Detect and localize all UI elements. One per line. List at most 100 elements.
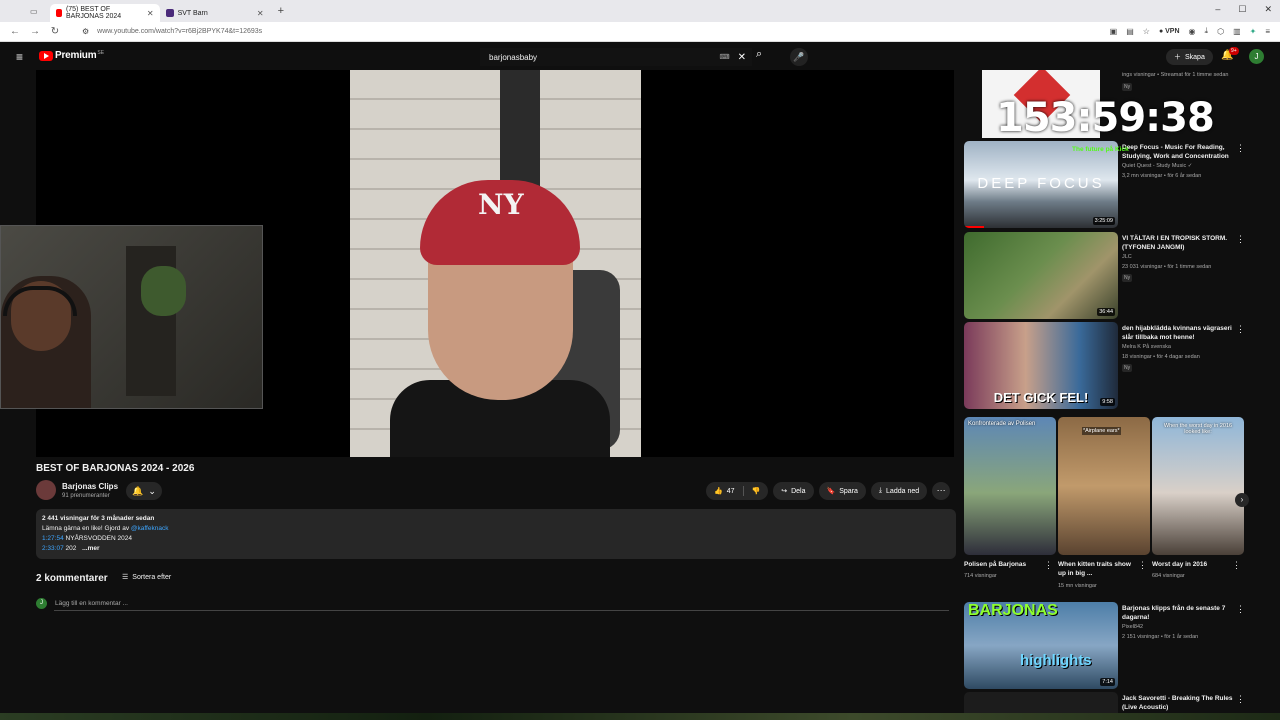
short-thumbnail[interactable]: Konfronterade av Polisen (964, 417, 1056, 555)
minimize-icon[interactable]: – (1215, 4, 1220, 15)
sort-label: Sortera efter (132, 573, 172, 581)
download-icon[interactable]: ⤓ (1205, 26, 1209, 36)
download-arrow-icon: ⤓ (878, 487, 883, 494)
clear-search-icon[interactable]: ✕ (738, 52, 746, 63)
wallet-icon[interactable]: ◉ (1189, 27, 1196, 36)
tab-list-icon[interactable]: ▭ (30, 7, 38, 16)
thumbs-up-icon: 👍 (714, 488, 723, 495)
vpn-button[interactable]: ● VPN (1159, 28, 1180, 35)
video-views: 3,2 mn visningar • för 6 år sedan (1122, 173, 1202, 179)
back-icon[interactable]: ← (10, 26, 20, 37)
channel-name[interactable]: Melra K På svenska (1122, 344, 1171, 350)
channel-name[interactable]: Pixel842 (1122, 624, 1143, 630)
channel-name[interactable]: Barjonas Clips (62, 482, 118, 491)
share-label: Dela (791, 487, 806, 495)
channel-name[interactable]: JLC (1122, 254, 1132, 260)
related-video-item[interactable]: 36:44 VI TÄLTAR I EN TROPISK STORM. (TYF… (964, 232, 1264, 320)
browser-tab-active[interactable]: (75) BEST OF BARJONAS 2024 ✕ (49, 4, 160, 22)
close-tab-icon[interactable]: ✕ (147, 9, 154, 18)
webcam-overlay (0, 225, 263, 409)
tab-label: (75) BEST OF BARJONAS 2024 (65, 6, 122, 20)
video-views: ings visningar • Streamat för 1 timme se… (1122, 72, 1229, 78)
short-thumbnail[interactable]: When the worst day in 2016 looked like: (1152, 417, 1244, 555)
short-title: When kitten traits show up in big ... (1058, 561, 1131, 577)
video-title: BEST OF BARJONAS 2024 - 2026 (36, 463, 195, 474)
search-input[interactable]: barjonasbaby ⌨ ✕ (480, 48, 752, 66)
browser-toolbar-icons: ▣ ▤ ☆ ● VPN ◉ ⤓ ⬡ ▥ ✦ ≡ (1110, 26, 1270, 36)
maximize-icon[interactable]: ☐ (1238, 4, 1246, 15)
comment-placeholder: Lägg till en kommentar ... (55, 600, 128, 607)
reader-icon[interactable]: ▤ (1126, 27, 1134, 36)
watched-progress (964, 226, 984, 228)
channel-avatar[interactable] (36, 480, 56, 500)
site-info-icon[interactable]: ⚙ (82, 27, 89, 36)
browser-menu-icon[interactable]: ≡ (1265, 27, 1270, 36)
keyboard-icon[interactable]: ⌨ (720, 53, 730, 61)
more-options-icon[interactable]: ⋮ (1236, 324, 1245, 335)
save-button[interactable]: 🔖 Spara (818, 482, 866, 500)
screenshot-icon[interactable]: ▣ (1110, 27, 1118, 36)
more-options-icon[interactable]: ⋮ (1138, 560, 1147, 571)
channel-name[interactable]: Quiet Quest - Study Music ✓ (1122, 163, 1192, 169)
extensions-icon[interactable]: ⬡ (1217, 27, 1224, 36)
sidebar-icon[interactable]: ▥ (1233, 27, 1241, 36)
forward-icon[interactable]: → (30, 26, 40, 37)
video-description[interactable]: 2 441 visningar för 3 månader sedan Lämn… (36, 509, 956, 559)
save-label: Spara (839, 487, 858, 495)
plus-icon: ＋ (1174, 54, 1181, 61)
reload-icon[interactable]: ↻ (50, 26, 60, 37)
video-title: Deep Focus - Music For Reading, Studying… (1122, 144, 1229, 160)
sort-comments-button[interactable]: ☰ Sortera efter (122, 573, 172, 582)
video-views: 2 151 visningar • för 1 år sedan (1122, 634, 1199, 640)
bookmark-star-icon[interactable]: ☆ (1143, 27, 1150, 36)
description-line: 1:27:54 NYÅRSVODDEN 2024 (42, 534, 950, 544)
add-comment-field[interactable]: J Lägg till en kommentar ... (36, 598, 128, 609)
thumbs-down-icon[interactable]: 👎 (752, 487, 761, 495)
short-thumbnail[interactable]: *Airplane ears* (1058, 417, 1150, 555)
guide-menu-icon[interactable]: ≡ (16, 50, 23, 64)
short-title: Worst day in 2016 (1152, 561, 1208, 568)
video-thumbnail: DEEP FOCUS 3:25:09 (964, 141, 1118, 228)
create-button[interactable]: ＋ Skapa (1166, 49, 1213, 65)
more-options-icon[interactable]: ⋮ (1236, 694, 1245, 705)
timestamp-text: 202 (63, 545, 77, 552)
short-overlay-text: Konfronterade av Polisen (968, 421, 1036, 427)
more-options-icon[interactable]: ⋮ (1044, 560, 1053, 571)
youtube-logo[interactable]: Premium SE (39, 50, 104, 61)
show-more-link[interactable]: ...mer (82, 545, 99, 552)
subscription-bell-button[interactable]: 🔔 ⌄ (126, 482, 162, 500)
logo-text: Premium (55, 50, 97, 61)
thumbnail-text: BARJONAS (968, 602, 1058, 619)
video-thumbnail: BARJONAS highlights 7:14 (964, 602, 1118, 689)
new-tab-icon[interactable]: + (278, 5, 284, 17)
share-button[interactable]: ↪ Dela (773, 482, 814, 500)
more-options-icon[interactable]: ⋮ (1236, 234, 1245, 245)
more-options-icon[interactable]: ⋮ (1236, 143, 1245, 154)
timestamp-link[interactable]: 1:27:54 (42, 535, 64, 542)
microphone-icon[interactable]: 🎤 (790, 48, 808, 66)
window-controls: – ☐ ✕ (1215, 4, 1272, 15)
related-video-item[interactable]: DEEP FOCUS 3:25:09 Deep Focus - Music Fo… (964, 141, 1264, 229)
timestamp-link[interactable]: 2:33:07 (42, 545, 64, 552)
aria-icon[interactable]: ✦ (1250, 27, 1257, 36)
thumbnail-text: DEEP FOCUS (977, 175, 1105, 192)
related-video-item[interactable]: DET GICK FEL! 9:58 den hijabklädda kvinn… (964, 322, 1264, 410)
close-tab-icon[interactable]: ✕ (257, 9, 264, 18)
shorts-next-arrow-icon[interactable]: › (1235, 493, 1249, 507)
creator-link[interactable]: @kaffeknack (131, 525, 169, 532)
description-line: 2:33:07 202 ...mer (42, 544, 950, 554)
svt-favicon-icon (165, 9, 174, 17)
download-button[interactable]: ⤓ Ladda ned (870, 482, 928, 500)
related-video-item[interactable]: BARJONAS highlights 7:14 Barjonas klipps… (964, 602, 1264, 690)
like-button[interactable]: 👍 47 👎 (706, 482, 769, 500)
more-actions-icon[interactable]: ⋯ (932, 482, 951, 500)
url-field[interactable]: ⚙ www.youtube.com/watch?v=r6Bj2BPYK74&t=… (82, 27, 262, 36)
browser-tab-inactive[interactable]: SVT Barn ✕ (160, 4, 270, 22)
close-window-icon[interactable]: ✕ (1264, 4, 1272, 15)
more-options-icon[interactable]: ⋮ (1236, 604, 1245, 615)
search-icon[interactable]: ⌕ (756, 48, 774, 66)
account-avatar[interactable]: J (1249, 49, 1264, 64)
more-options-icon[interactable]: ⋮ (1232, 560, 1241, 571)
description-meta: 2 441 visningar för 3 månader sedan (42, 515, 155, 522)
kick-banner: The future på Kick (1072, 146, 1129, 153)
